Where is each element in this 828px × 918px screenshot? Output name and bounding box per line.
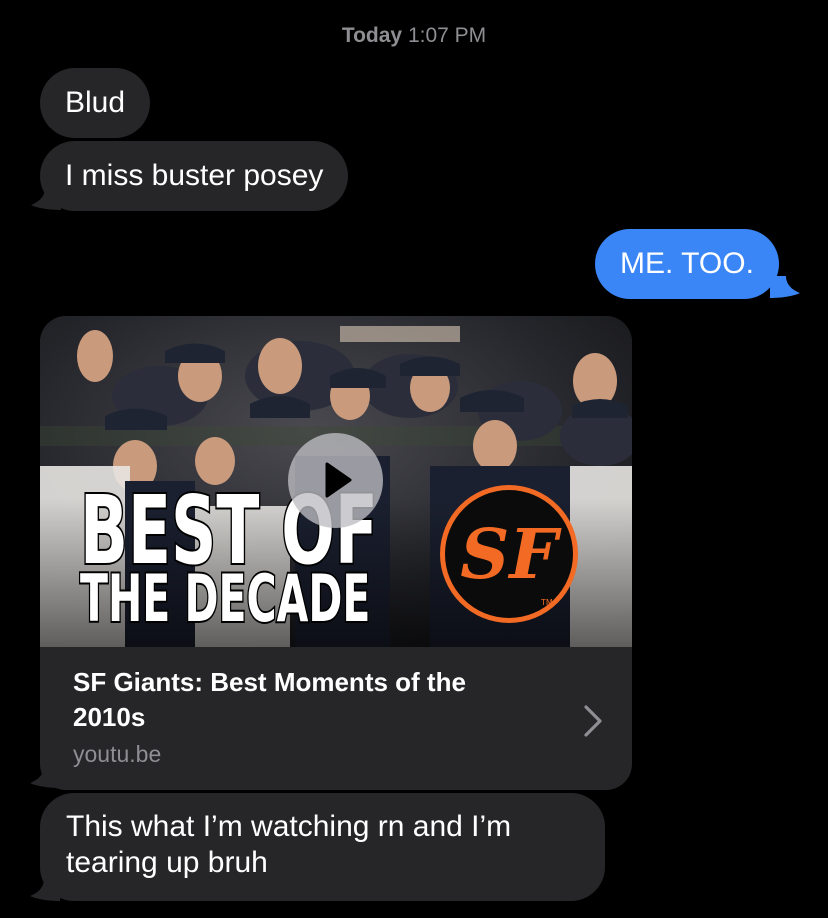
chevron-right-icon[interactable] [583,704,603,738]
timestamp-day: Today [341,24,403,47]
message-bubble-incoming[interactable]: I miss buster posey [40,141,349,211]
timestamp: Today 1:07 PM [0,24,828,48]
bubble-tail [770,276,800,298]
link-preview-card[interactable]: BEST OF THE DECADE SF TM SF Giants: Best… [40,316,632,790]
message-bubble-outgoing[interactable]: ME. TOO. [595,229,779,299]
logo-trademark: TM [540,598,553,607]
link-preview-title: SF Giants: Best Moments of the 2010s [73,667,466,732]
link-preview-domain: youtu.be [73,741,162,767]
play-button[interactable] [288,433,383,528]
bubble-tail [30,879,60,901]
link-preview-info[interactable]: SF Giants: Best Moments of the 2010s you… [40,647,632,790]
play-icon [325,462,352,498]
thumbnail-headline-line2: THE DECADE [80,561,370,636]
timestamp-time: 1:07 PM [407,24,487,47]
message-bubble-incoming[interactable]: Blud [40,68,151,138]
bubble-tail [30,766,60,788]
message-bubble-incoming[interactable]: This what I’m watching rn and I’m tearin… [40,793,605,901]
bubble-tail [31,188,61,210]
sf-giants-logo-icon: SF TM [440,485,578,623]
logo-letters: SF [460,515,562,595]
